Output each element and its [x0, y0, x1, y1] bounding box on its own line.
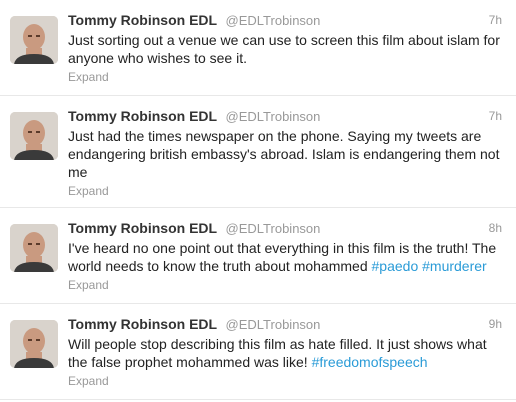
- fullname[interactable]: Tommy Robinson EDL: [68, 108, 217, 124]
- tweet[interactable]: Tommy Robinson EDL @EDLTrobinson 9h Will…: [0, 304, 516, 400]
- expand-link[interactable]: Expand: [68, 373, 506, 389]
- avatar-photo: [10, 112, 58, 160]
- expand-link[interactable]: Expand: [68, 69, 506, 85]
- username[interactable]: @EDLTrobinson: [226, 109, 321, 124]
- tweet-text: Will people stop describing this film as…: [68, 335, 506, 371]
- avatar[interactable]: [10, 112, 58, 160]
- expand-link[interactable]: Expand: [68, 183, 506, 199]
- hashtag-link[interactable]: #murderer: [422, 258, 487, 274]
- tweet[interactable]: Tommy Robinson EDL @EDLTrobinson 7h Just…: [0, 96, 516, 208]
- username[interactable]: @EDLTrobinson: [226, 221, 321, 236]
- tweet-header: Tommy Robinson EDL @EDLTrobinson: [68, 10, 506, 30]
- avatar-photo: [10, 320, 58, 368]
- hashtag-link[interactable]: #freedomofspeech: [312, 354, 428, 370]
- timestamp[interactable]: 8h: [489, 218, 502, 238]
- tweet-text-body: Just sorting out a venue we can use to s…: [68, 32, 500, 66]
- tweet-header: Tommy Robinson EDL @EDLTrobinson: [68, 218, 506, 238]
- avatar-photo: [10, 16, 58, 64]
- timeline: Tommy Robinson EDL @EDLTrobinson 7h Just…: [0, 0, 516, 402]
- tweet-header: Tommy Robinson EDL @EDLTrobinson: [68, 314, 506, 334]
- username[interactable]: @EDLTrobinson: [226, 13, 321, 28]
- username[interactable]: @EDLTrobinson: [226, 317, 321, 332]
- fullname[interactable]: Tommy Robinson EDL: [68, 316, 217, 332]
- avatar-photo: [10, 224, 58, 272]
- tweet[interactable]: Tommy Robinson EDL @EDLTrobinson 8h I've…: [0, 208, 516, 304]
- tweet-text: I've heard no one point out that everyth…: [68, 239, 506, 275]
- timestamp[interactable]: 9h: [489, 314, 502, 334]
- hashtag-link[interactable]: #paedo: [372, 258, 419, 274]
- avatar[interactable]: [10, 224, 58, 272]
- tweet-text: Just sorting out a venue we can use to s…: [68, 31, 506, 67]
- tweet-text: Just had the times newspaper on the phon…: [68, 127, 506, 181]
- avatar[interactable]: [10, 16, 58, 64]
- timestamp[interactable]: 7h: [489, 10, 502, 30]
- tweet[interactable]: Tommy Robinson EDL @EDLTrobinson 7h Just…: [0, 0, 516, 96]
- fullname[interactable]: Tommy Robinson EDL: [68, 220, 217, 236]
- timestamp[interactable]: 7h: [489, 106, 502, 126]
- expand-link[interactable]: Expand: [68, 277, 506, 293]
- tweet-text-body: Just had the times newspaper on the phon…: [68, 128, 500, 180]
- fullname[interactable]: Tommy Robinson EDL: [68, 12, 217, 28]
- avatar[interactable]: [10, 320, 58, 368]
- tweet-header: Tommy Robinson EDL @EDLTrobinson: [68, 106, 506, 126]
